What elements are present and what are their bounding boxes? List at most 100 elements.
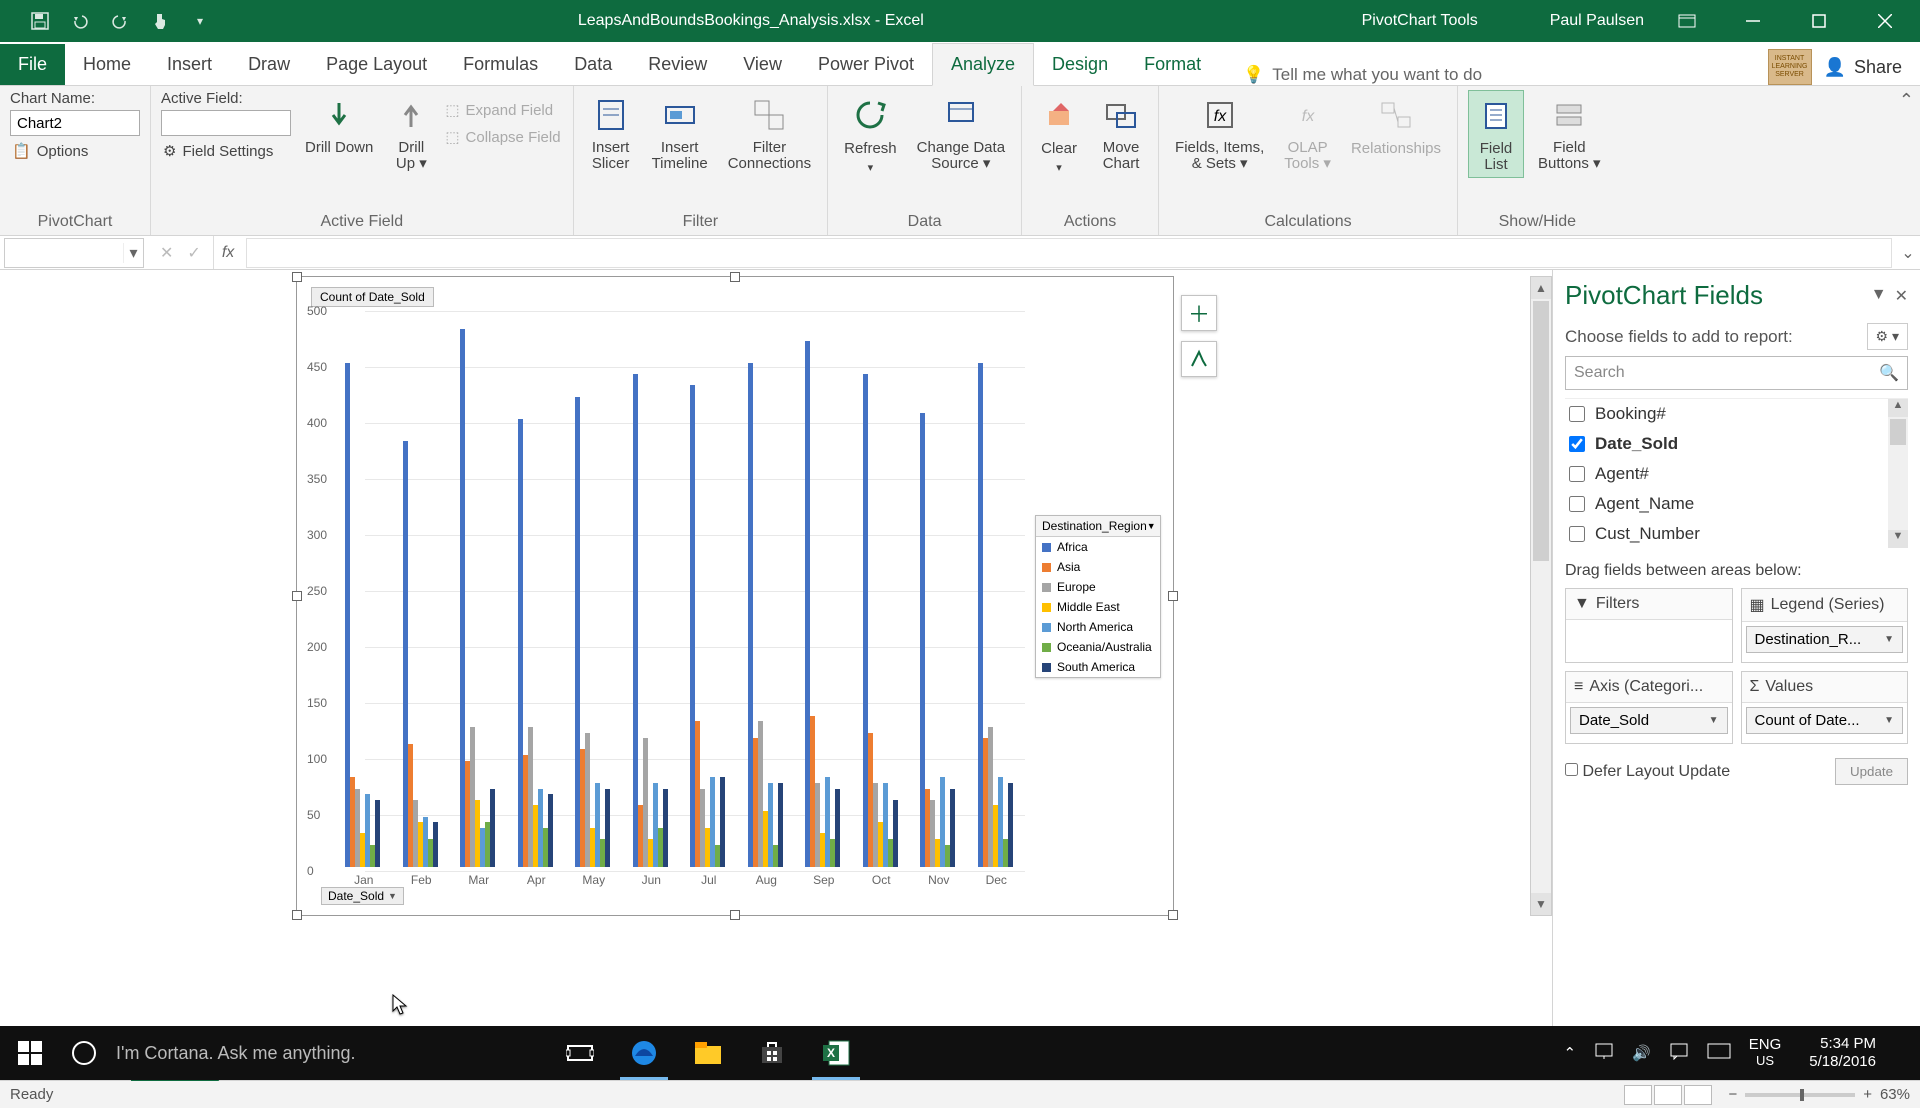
update-button[interactable]: Update	[1835, 758, 1908, 785]
bar-group[interactable]	[690, 385, 734, 867]
bar-group[interactable]	[403, 441, 447, 867]
resize-handle[interactable]	[292, 910, 302, 920]
tab-power-pivot[interactable]: Power Pivot	[800, 44, 932, 85]
bar[interactable]	[433, 822, 438, 867]
resize-handle[interactable]	[292, 591, 302, 601]
tab-review[interactable]: Review	[630, 44, 725, 85]
defer-layout-checkbox[interactable]: Defer Layout Update	[1565, 763, 1730, 781]
drill-down-button[interactable]: Drill Down	[299, 90, 379, 160]
bar[interactable]	[835, 789, 840, 867]
collapse-field-button[interactable]: ⬚Collapse Field	[443, 125, 562, 149]
legend-field-button[interactable]: Destination_Region	[1036, 516, 1160, 537]
scroll-up-icon[interactable]: ▲	[1531, 277, 1551, 299]
ribbon-display-options-icon[interactable]	[1664, 0, 1710, 42]
save-icon[interactable]	[28, 9, 52, 33]
bar-group[interactable]	[633, 374, 677, 867]
share-button[interactable]: Share	[1854, 57, 1902, 78]
resize-handle[interactable]	[1168, 591, 1178, 601]
scroll-down-icon[interactable]: ▼	[1531, 893, 1551, 915]
bar[interactable]	[893, 800, 898, 867]
field-row[interactable]: Agent_Name	[1565, 489, 1908, 519]
drill-up-button[interactable]: DrillUp ▾	[387, 90, 435, 176]
filters-area[interactable]: ▼Filters	[1565, 588, 1733, 663]
tab-design[interactable]: Design	[1034, 44, 1126, 85]
resize-handle[interactable]	[292, 272, 302, 282]
legend-item[interactable]: Middle East	[1036, 597, 1160, 617]
legend-item[interactable]: North America	[1036, 617, 1160, 637]
tray-language[interactable]: ENG	[1749, 1037, 1782, 1053]
maximize-icon[interactable]	[1796, 0, 1842, 42]
vertical-scrollbar[interactable]: ▲ ▼	[1530, 276, 1552, 916]
refresh-button[interactable]: Refresh▾	[838, 90, 903, 178]
taskbar-edge-icon[interactable]	[612, 1026, 676, 1080]
olap-tools-button[interactable]: fxOLAPTools ▾	[1278, 90, 1337, 176]
tray-action-center-icon[interactable]	[1669, 1042, 1689, 1064]
expand-field-button[interactable]: ⬚Expand Field	[443, 98, 562, 122]
tab-data[interactable]: Data	[556, 44, 630, 85]
clear-button[interactable]: Clear▾	[1032, 90, 1086, 178]
legend-item[interactable]: Oceania/Australia	[1036, 637, 1160, 657]
tab-home[interactable]: Home	[65, 44, 149, 85]
bar-group[interactable]	[920, 413, 964, 867]
tab-page-layout[interactable]: Page Layout	[308, 44, 445, 85]
page-break-view-icon[interactable]	[1684, 1085, 1712, 1105]
bar-group[interactable]	[345, 363, 389, 867]
tray-keyboard-icon[interactable]	[1707, 1043, 1731, 1063]
bar[interactable]	[548, 794, 553, 867]
bar-group[interactable]	[805, 341, 849, 867]
zoom-out-icon[interactable]: −	[1728, 1086, 1737, 1103]
legend-item[interactable]: Asia	[1036, 557, 1160, 577]
bar[interactable]	[490, 789, 495, 867]
expand-formula-bar-icon[interactable]: ⌄	[1896, 243, 1920, 263]
cancel-formula-icon[interactable]: ✕	[160, 243, 173, 263]
resize-handle[interactable]	[730, 910, 740, 920]
legend-field-chip[interactable]: Destination_R...	[1746, 626, 1904, 653]
enter-formula-icon[interactable]: ✓	[187, 243, 200, 263]
field-settings-button[interactable]: ⚙Field Settings	[161, 139, 291, 163]
formula-input[interactable]	[246, 238, 1892, 268]
start-button[interactable]	[0, 1026, 60, 1080]
touch-mode-icon[interactable]	[148, 9, 172, 33]
pane-settings-button[interactable]: ⚙ ▾	[1867, 323, 1908, 350]
legend-item[interactable]: Africa	[1036, 537, 1160, 557]
task-view-icon[interactable]	[548, 1026, 612, 1080]
resize-handle[interactable]	[730, 272, 740, 282]
tray-volume-icon[interactable]: 🔊	[1632, 1044, 1651, 1062]
bar-group[interactable]	[863, 374, 907, 867]
sheet-area[interactable]: ＋ Count of Date_Sold Date_Sold Destinati…	[0, 270, 1552, 1048]
field-checkbox[interactable]	[1569, 496, 1585, 512]
bar[interactable]	[778, 783, 783, 867]
tab-format[interactable]: Format	[1126, 44, 1219, 85]
fieldlist-scrollbar[interactable]: ▲ ▼	[1888, 399, 1908, 548]
bar-group[interactable]	[518, 419, 562, 867]
resize-handle[interactable]	[1168, 910, 1178, 920]
pane-dropdown-icon[interactable]: ▼	[1871, 286, 1887, 306]
change-data-source-button[interactable]: Change DataSource ▾	[911, 90, 1011, 176]
bar[interactable]	[605, 789, 610, 867]
move-chart-button[interactable]: MoveChart	[1094, 90, 1148, 176]
bar-group[interactable]	[575, 397, 619, 867]
minimize-icon[interactable]	[1730, 0, 1776, 42]
chart-elements-button[interactable]: ＋	[1181, 295, 1217, 331]
values-field-chip[interactable]: Count of Date...	[1746, 707, 1904, 734]
field-checkbox[interactable]	[1569, 466, 1585, 482]
options-button[interactable]: 📋Options	[10, 139, 140, 163]
bar-group[interactable]	[978, 363, 1022, 867]
collapse-ribbon-icon[interactable]: ⌃	[1899, 90, 1914, 111]
tab-formulas[interactable]: Formulas	[445, 44, 556, 85]
legend-item[interactable]: Europe	[1036, 577, 1160, 597]
bar[interactable]	[663, 789, 668, 867]
legend-item[interactable]: South America	[1036, 657, 1160, 677]
values-area[interactable]: ΣValues Count of Date...	[1741, 671, 1909, 744]
scroll-down-icon[interactable]: ▼	[1888, 530, 1908, 548]
active-field-input[interactable]	[161, 110, 291, 136]
chart-axis-field-button[interactable]: Date_Sold	[321, 887, 404, 905]
user-name[interactable]: Paul Paulsen	[1550, 12, 1644, 30]
taskbar-store-icon[interactable]	[740, 1026, 804, 1080]
legend-area[interactable]: ▦Legend (Series) Destination_R...	[1741, 588, 1909, 663]
insert-slicer-button[interactable]: InsertSlicer	[584, 90, 638, 176]
fields-items-sets-button[interactable]: fxFields, Items,& Sets ▾	[1169, 90, 1270, 176]
tab-view[interactable]: View	[725, 44, 800, 85]
undo-icon[interactable]	[68, 9, 92, 33]
scroll-thumb[interactable]	[1890, 419, 1906, 445]
